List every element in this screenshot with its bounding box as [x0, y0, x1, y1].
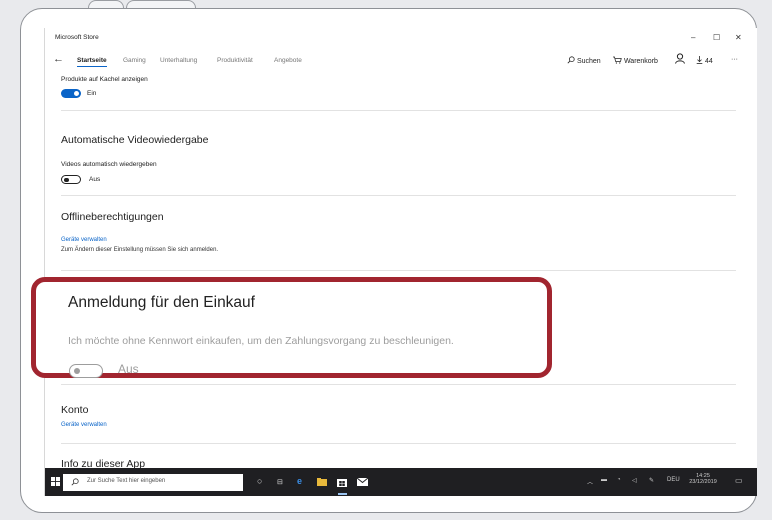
notifications-icon[interactable]: ▭ — [735, 476, 743, 485]
navigation-bar: ← Startseite Gaming Unterhaltung Produkt… — [45, 50, 757, 74]
divider — [61, 270, 736, 271]
tab-angebote[interactable]: Angebote — [274, 57, 302, 64]
divider — [61, 110, 736, 111]
search-icon — [567, 56, 575, 64]
purchase-signin-state: Aus — [118, 362, 139, 376]
download-icon — [696, 56, 703, 64]
tile-products-label: Produkte auf Kachel anzeigen — [61, 76, 148, 83]
clock-date: 23/12/2019 — [689, 479, 717, 485]
offline-hint: Zum Ändern dieser Einstellung müssen Sie… — [61, 247, 219, 253]
toggle-knob — [74, 368, 80, 374]
purchase-signin-highlight: Anmeldung für den Einkauf Ich möchte ohn… — [31, 277, 552, 378]
battery-icon[interactable]: ▬ — [601, 477, 607, 483]
user-icon — [675, 53, 685, 64]
pen-icon[interactable]: ✎ — [649, 477, 654, 484]
file-explorer-icon[interactable] — [317, 478, 327, 486]
taskbar: Zur Suche Text hier eingeben ○ ⊟ e ︿ ▬ ◔… — [45, 468, 757, 496]
minimize-button[interactable]: – — [691, 33, 695, 42]
app-title: Microsoft Store — [55, 34, 99, 41]
divider — [61, 384, 736, 385]
purchase-signin-toggle[interactable] — [69, 364, 103, 378]
search-button[interactable]: Suchen — [567, 56, 601, 65]
account-heading: Konto — [61, 404, 89, 416]
store-icon[interactable] — [337, 477, 347, 487]
settings-content: Produkte auf Kachel anzeigen Ein Automat… — [45, 74, 757, 470]
downloads-button[interactable]: 44 — [696, 56, 713, 65]
autoplay-label: Videos automatisch wiedergeben — [61, 161, 157, 168]
purchase-signin-description: Ich möchte ohne Kennwort einkaufen, um d… — [68, 335, 454, 347]
clock[interactable]: 14:25 23/12/2019 — [685, 473, 721, 485]
taskbar-search-placeholder: Zur Suche Text hier eingeben — [87, 478, 166, 484]
autoplay-heading: Automatische Videowiedergabe — [61, 134, 209, 146]
network-icon[interactable]: ◔ — [617, 477, 621, 483]
tab-startseite[interactable]: Startseite — [77, 57, 107, 67]
toggle-knob — [74, 91, 79, 96]
tray-overflow-icon[interactable]: ︿ — [587, 477, 593, 486]
cart-button[interactable]: Warenkorb — [613, 56, 658, 65]
tab-unterhaltung[interactable]: Unterhaltung — [160, 57, 197, 64]
mail-icon[interactable] — [357, 478, 368, 486]
close-button[interactable]: ✕ — [735, 33, 742, 42]
language-indicator[interactable]: DEU — [667, 477, 680, 483]
task-view-icon[interactable]: ⊟ — [277, 478, 283, 486]
offline-manage-devices-link[interactable]: Geräte verwalten — [61, 237, 107, 243]
maximize-button[interactable]: ☐ — [713, 33, 720, 42]
windows-start-icon[interactable] — [51, 477, 60, 486]
screen: Microsoft Store – ☐ ✕ ← Startseite Gamin… — [44, 28, 757, 496]
cart-label: Warenkorb — [623, 58, 658, 65]
back-arrow-icon[interactable]: ← — [53, 53, 64, 65]
autoplay-toggle[interactable] — [61, 175, 81, 184]
divider — [61, 443, 736, 444]
cart-icon — [613, 56, 622, 64]
account-manage-devices-link[interactable]: Geräte verwalten — [61, 422, 107, 428]
taskbar-search-input[interactable]: Zur Suche Text hier eingeben — [63, 474, 243, 491]
more-button[interactable]: ··· — [731, 56, 738, 63]
tab-produktivitaet[interactable]: Produktivität — [217, 57, 253, 64]
divider — [61, 195, 736, 196]
autoplay-state: Aus — [89, 176, 101, 183]
title-bar: Microsoft Store – ☐ ✕ — [45, 28, 757, 46]
account-button[interactable] — [675, 53, 685, 66]
offline-heading: Offlineberechtigungen — [61, 211, 164, 223]
purchase-signin-heading: Anmeldung für den Einkauf — [68, 294, 255, 311]
edge-icon[interactable]: e — [297, 476, 302, 486]
tile-products-state: Ein — [87, 90, 97, 97]
downloads-count: 44 — [704, 58, 713, 65]
cortana-icon[interactable]: ○ — [257, 476, 262, 486]
search-icon — [71, 478, 79, 486]
toggle-knob — [64, 177, 69, 183]
tile-products-toggle[interactable] — [61, 89, 81, 98]
search-label: Suchen — [576, 58, 601, 65]
tab-gaming[interactable]: Gaming — [123, 57, 146, 64]
active-app-indicator — [338, 493, 347, 495]
volume-icon[interactable]: ◁ — [632, 477, 637, 484]
